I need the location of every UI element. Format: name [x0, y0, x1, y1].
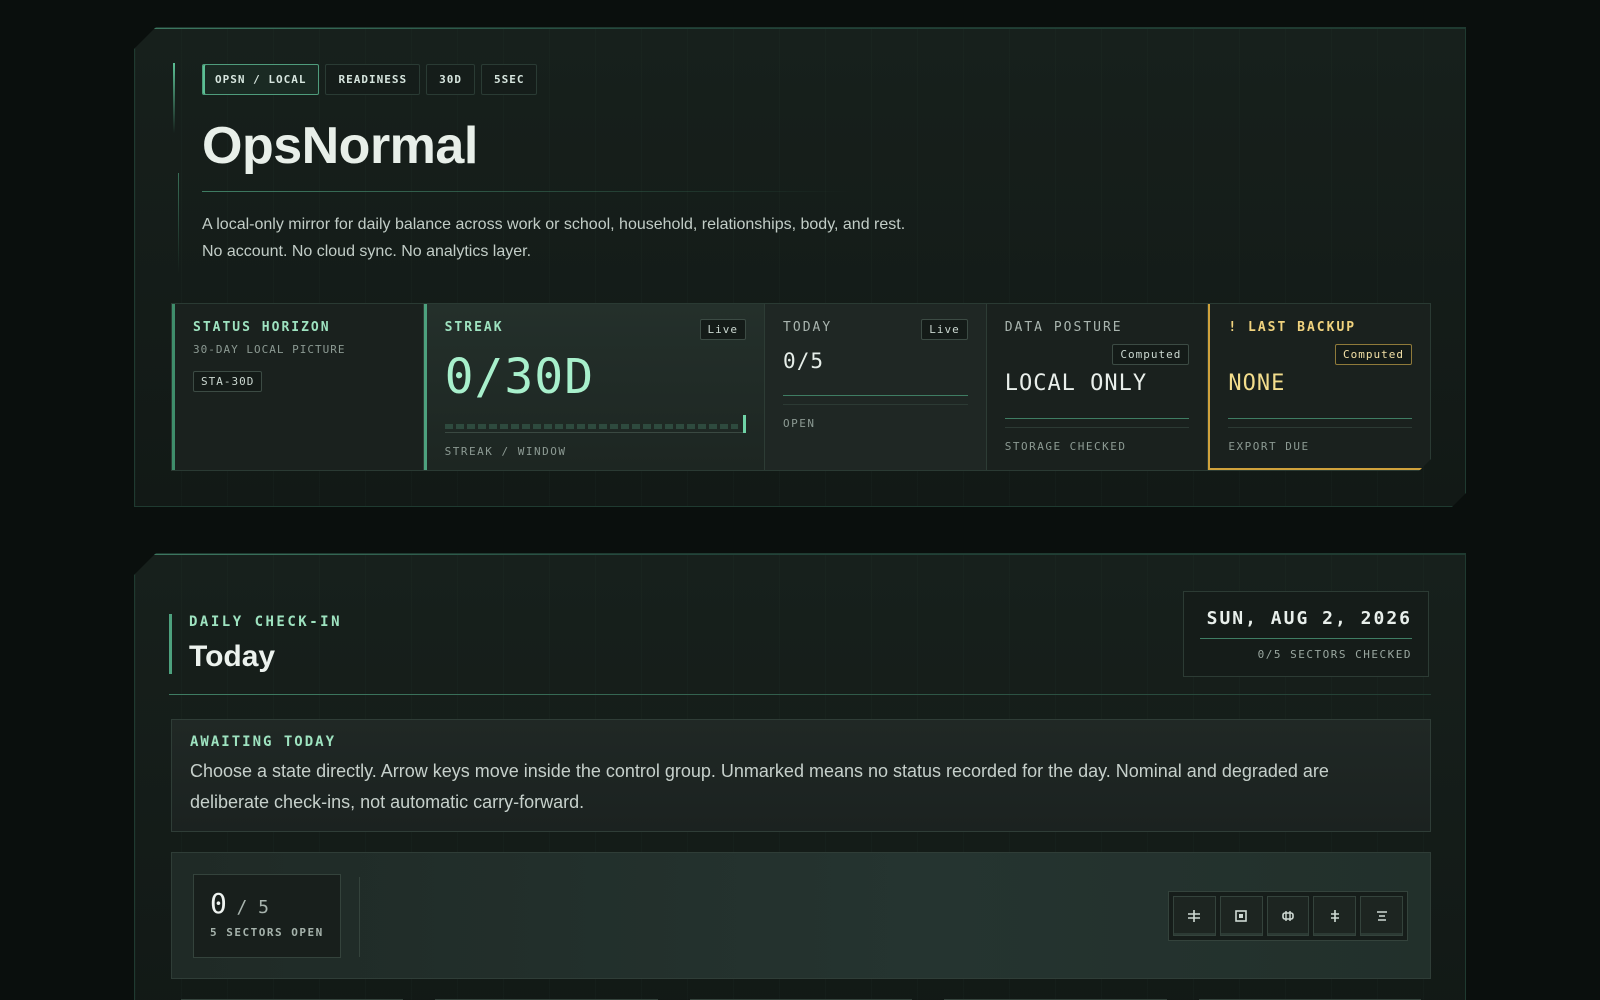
align-horizontal-icon[interactable]	[1173, 896, 1216, 936]
tag-opsn-local[interactable]: OPSN / LOCAL	[202, 64, 319, 95]
metric-label: DATA POSTURE	[1004, 320, 1123, 335]
metric-strip: STATUS HORIZON 30-DAY LOCAL PICTURE STA-…	[171, 303, 1431, 471]
checkin-kicker: DAILY CHECK-IN	[189, 614, 343, 630]
notice-kicker: AWAITING TODAY	[190, 734, 337, 750]
current-date: SUN, AUG 2, 2026	[1206, 608, 1412, 629]
metric-foot: STORAGE CHECKED	[1004, 440, 1127, 453]
metric-streak: STREAK Live 0/30D STREAK / WINDOW	[424, 304, 765, 470]
metric-rule	[783, 395, 968, 396]
tag-30d[interactable]: 30D	[426, 64, 475, 95]
backup-value: NONE	[1228, 371, 1286, 396]
computed-badge: Computed	[1335, 344, 1412, 365]
metric-rule-secondary	[1228, 427, 1412, 428]
horizon-chip: STA-30D	[193, 371, 262, 392]
hero-accent-line	[173, 63, 175, 133]
checkin-accent-line	[169, 614, 172, 674]
sector-counter: 0 / 5 5 SECTORS OPEN	[193, 874, 341, 958]
tag-readiness[interactable]: READINESS	[325, 64, 420, 95]
streak-progress-marker	[743, 415, 746, 433]
square-frame-icon[interactable]	[1220, 896, 1263, 936]
tag-5sec[interactable]: 5SEC	[481, 64, 538, 95]
hero-accent-line-secondary	[178, 173, 179, 273]
metric-foot: OPEN	[783, 417, 816, 430]
metric-foot: EXPORT DUE	[1228, 440, 1310, 453]
metric-rule-secondary	[783, 404, 968, 405]
notice-text: Choose a state directly. Arrow keys move…	[190, 761, 1329, 812]
metric-sub: 30-DAY LOCAL PICTURE	[193, 343, 346, 356]
hero-description-line1: A local-only mirror for daily balance ac…	[202, 216, 906, 233]
align-vertical-icon[interactable]	[1313, 896, 1356, 936]
date-rule	[1200, 638, 1412, 639]
metric-status-horizon: STATUS HORIZON 30-DAY LOCAL PICTURE STA-…	[172, 304, 424, 470]
counter-sub: 5 SECTORS OPEN	[210, 926, 324, 939]
page-title: OpsNormal	[202, 117, 478, 175]
checkin-panel: DAILY CHECK-IN Today SUN, AUG 2, 2026 0/…	[134, 553, 1466, 1000]
checkin-title: Today	[189, 640, 276, 673]
metric-rule	[1005, 418, 1190, 419]
checkin-divider	[169, 694, 1431, 695]
streak-progress-track	[445, 424, 738, 429]
align-center-icon[interactable]	[1267, 896, 1310, 936]
metric-foot: STREAK / WINDOW	[444, 445, 567, 458]
metric-label: ! LAST BACKUP	[1228, 320, 1357, 335]
counter-number: 0	[210, 887, 227, 920]
title-divider	[202, 191, 852, 192]
live-badge: Live	[921, 319, 968, 340]
hero-panel: OPSN / LOCAL READINESS 30D 5SEC OpsNorma…	[134, 27, 1466, 507]
metric-data-posture: DATA POSTURE Computed LOCAL ONLY STORAGE…	[987, 304, 1209, 470]
metric-label: STATUS HORIZON	[193, 320, 331, 335]
awaiting-notice: AWAITING TODAY Choose a state directly. …	[171, 719, 1431, 832]
computed-badge: Computed	[1112, 344, 1189, 365]
view-toggle-group	[1168, 891, 1408, 941]
hero-description: A local-only mirror for daily balance ac…	[202, 211, 1102, 265]
metric-today: TODAY Live 0/5 OPEN	[765, 304, 987, 470]
counter-denominator: / 5	[236, 897, 270, 918]
streak-progress-bar	[445, 415, 746, 433]
metric-rule	[1228, 418, 1412, 419]
date-box: SUN, AUG 2, 2026 0/5 SECTORS CHECKED	[1183, 591, 1429, 677]
today-value: 0/5	[783, 349, 824, 373]
sectors-checked: 0/5 SECTORS CHECKED	[1257, 648, 1412, 661]
hero-tags: OPSN / LOCAL READINESS 30D 5SEC	[202, 64, 537, 95]
control-bar: 0 / 5 5 SECTORS OPEN	[171, 852, 1431, 979]
hero-description-line2: No account. No cloud sync. No analytics …	[202, 243, 532, 260]
counter-separator	[359, 877, 360, 957]
metric-last-backup: ! LAST BACKUP Computed NONE EXPORT DUE	[1208, 304, 1430, 470]
live-badge: Live	[700, 319, 747, 340]
streak-value: 0/30D	[444, 349, 595, 405]
posture-value: LOCAL ONLY	[1004, 371, 1148, 396]
list-center-icon[interactable]	[1360, 896, 1403, 936]
metric-rule-secondary	[1005, 427, 1190, 428]
